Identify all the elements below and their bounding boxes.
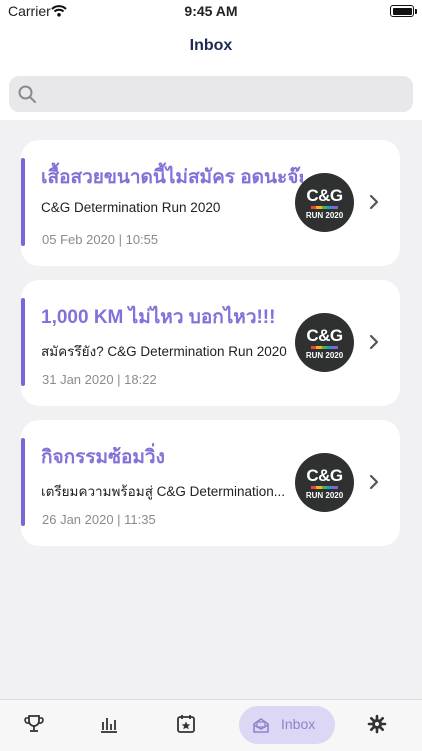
event-logo: C&G RUN 2020 (295, 453, 354, 512)
logo-text: C&G (306, 466, 343, 485)
star-calendar-icon[interactable] (174, 712, 198, 736)
event-logo: C&G RUN 2020 (295, 173, 354, 232)
message-title: 1,000 KM ไม่ไหว บอกไหว!!! (41, 307, 276, 328)
clock-label: 9:45 AM (184, 3, 238, 19)
status-bar: Carrier 9:45 AM (0, 0, 422, 22)
top-area: Carrier 9:45 AM Inbox (0, 0, 422, 120)
message-title: เสื้อสวยขนาดนี้ไม่สมัคร อดนะจ๊ะ (41, 167, 303, 188)
accent-bar (21, 298, 25, 386)
tab-inbox[interactable]: Inbox (239, 706, 335, 744)
message-date: 31 Jan 2020 | 18:22 (42, 372, 157, 387)
logo-subtext: RUN 2020 (305, 211, 344, 220)
logo-text: C&G (306, 326, 343, 345)
page-title: Inbox (189, 37, 233, 54)
search-bar[interactable] (9, 76, 413, 112)
bar-chart-icon[interactable] (97, 712, 121, 736)
search-input[interactable] (47, 83, 406, 107)
search-icon (18, 85, 36, 103)
chevron-right-icon[interactable] (369, 474, 379, 490)
logo-subtext: RUN 2020 (305, 351, 344, 360)
logo-stripe (311, 206, 339, 209)
message-subtitle: เตรียมความพร้อมสู่ C&G Determination... (41, 484, 285, 499)
trophy-icon[interactable] (22, 712, 46, 736)
accent-bar (21, 158, 25, 246)
gear-icon[interactable] (365, 712, 389, 736)
logo-stripe (311, 346, 339, 349)
tab-inbox-label: Inbox (281, 716, 316, 732)
chevron-right-icon[interactable] (369, 194, 379, 210)
event-logo: C&G RUN 2020 (295, 313, 354, 372)
message-subtitle: C&G Determination Run 2020 (41, 200, 221, 215)
message-date: 26 Jan 2020 | 11:35 (42, 512, 156, 527)
accent-bar (21, 438, 25, 526)
message-card[interactable]: 1,000 KM ไม่ไหว บอกไหว!!! สมัครรึยัง? C&… (21, 280, 400, 406)
message-card[interactable]: กิจกรรมซ้อมวิ่ง เตรียมความพร้อมสู่ C&G D… (21, 420, 400, 546)
tab-bar: Inbox (0, 699, 422, 751)
battery-icon (390, 5, 417, 17)
message-subtitle: สมัครรึยัง? C&G Determination Run 2020 (41, 344, 287, 359)
logo-subtext: RUN 2020 (305, 491, 344, 500)
logo-text: C&G (306, 186, 343, 205)
message-card[interactable]: เสื้อสวยขนาดนี้ไม่สมัคร อดนะจ๊ะ C&G Dete… (21, 140, 400, 266)
message-date: 05 Feb 2020 | 10:55 (42, 232, 159, 247)
message-title: กิจกรรมซ้อมวิ่ง (41, 447, 165, 468)
inbox-icon (253, 718, 269, 733)
chevron-right-icon[interactable] (369, 334, 379, 350)
logo-stripe (311, 486, 339, 489)
